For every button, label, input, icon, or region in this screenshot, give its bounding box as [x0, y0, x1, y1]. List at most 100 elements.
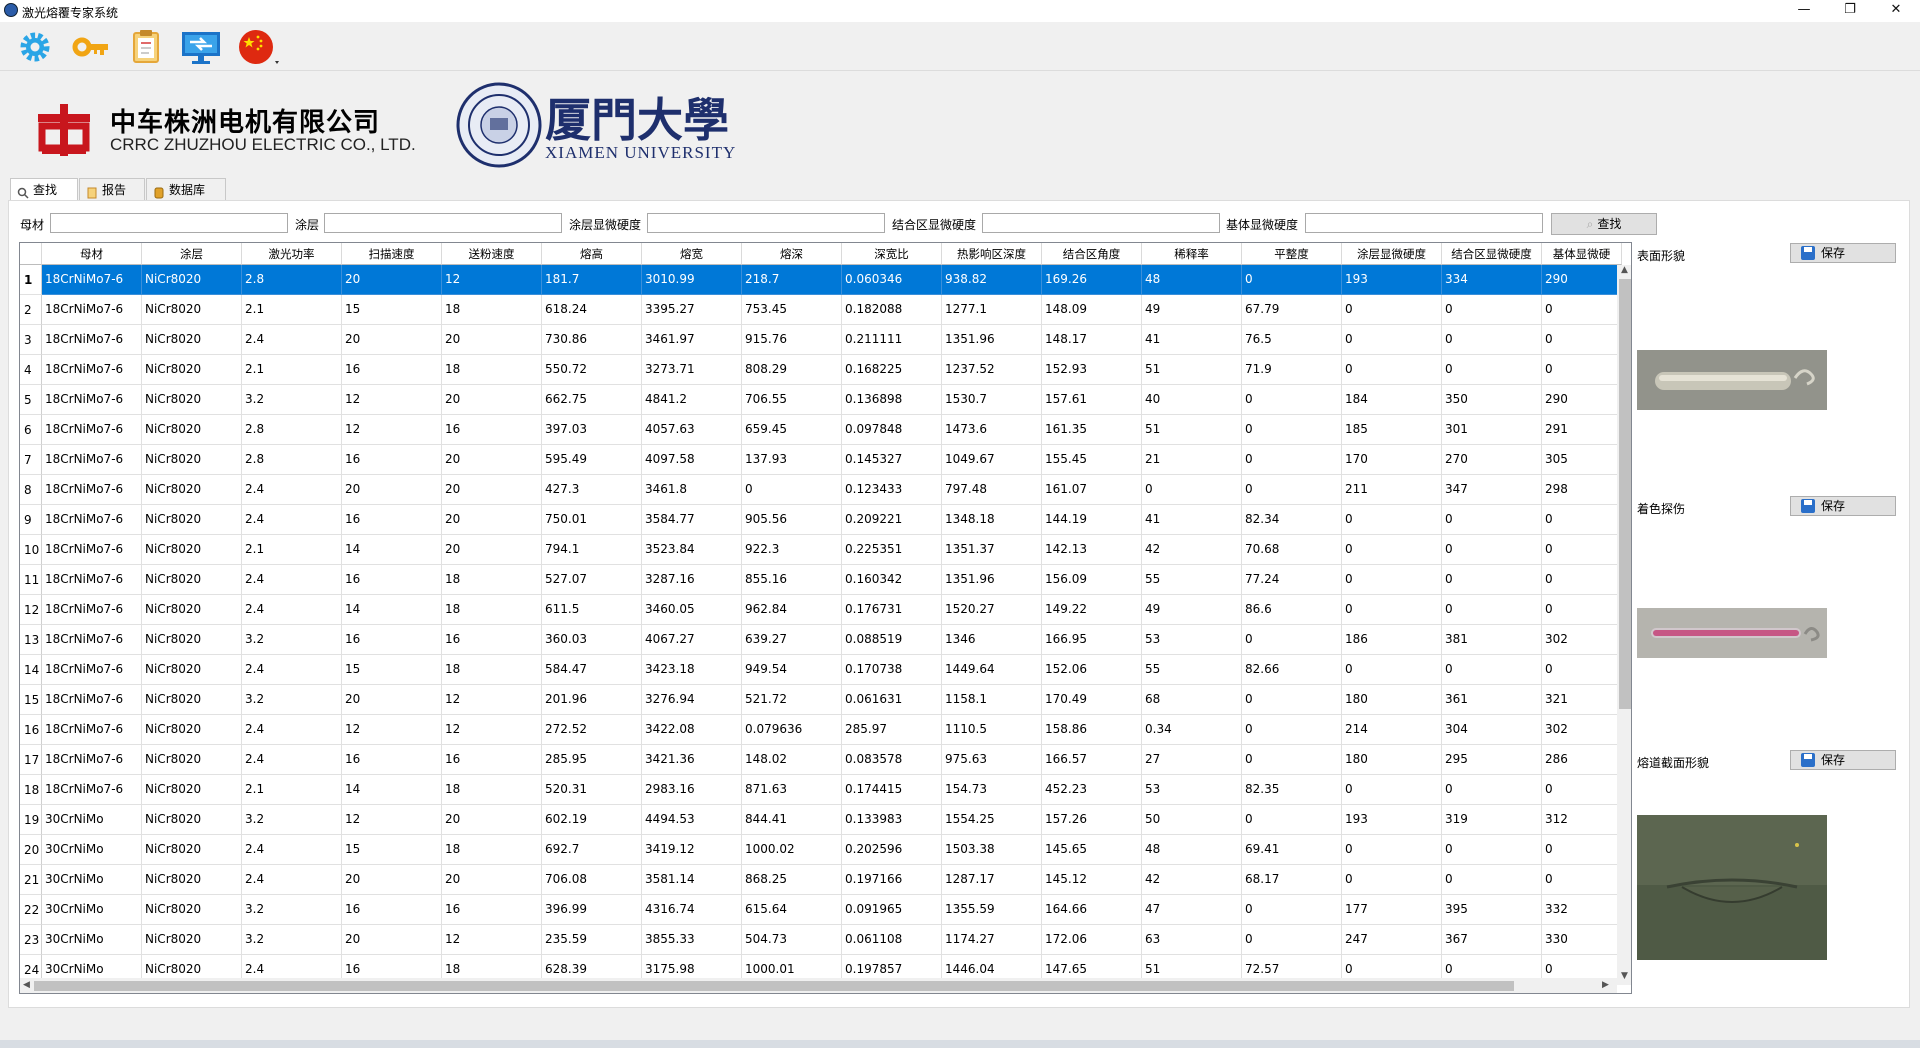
table-cell[interactable]: 0.123433 [842, 475, 942, 505]
table-cell[interactable]: 30CrNiMo [42, 835, 142, 865]
tab-database[interactable]: 数据库 [146, 178, 226, 200]
table-cell[interactable]: 0 [1342, 655, 1442, 685]
table-cell[interactable]: 2.4 [242, 325, 342, 355]
table-cell[interactable]: 12 [442, 265, 542, 295]
table-cell[interactable]: 18CrNiMo7-6 [42, 445, 142, 475]
table-cell[interactable]: 0 [1242, 445, 1342, 475]
table-cell[interactable]: 68 [1142, 685, 1242, 715]
table-cell[interactable]: 40 [1142, 385, 1242, 415]
table-cell[interactable]: 166.95 [1042, 625, 1142, 655]
table-cell[interactable]: 922.3 [742, 535, 842, 565]
column-header[interactable]: 平整度 [1242, 243, 1342, 265]
table-cell[interactable]: 0 [1342, 835, 1442, 865]
table-cell[interactable]: 180 [1342, 745, 1442, 775]
table-cell[interactable]: 844.41 [742, 805, 842, 835]
table-cell[interactable]: 12 [342, 385, 442, 415]
table-cell[interactable]: NiCr8020 [142, 565, 242, 595]
table-cell[interactable]: 51 [1142, 415, 1242, 445]
table-cell[interactable]: 753.45 [742, 295, 842, 325]
row-number[interactable]: 1 [20, 265, 42, 295]
table-cell[interactable]: 12 [442, 715, 542, 745]
table-cell[interactable]: 0 [1342, 355, 1442, 385]
table-cell[interactable]: 730.86 [542, 325, 642, 355]
table-cell[interactable]: 915.76 [742, 325, 842, 355]
table-cell[interactable]: 2.1 [242, 535, 342, 565]
substrate-hardness-input[interactable] [1305, 213, 1543, 233]
table-cell[interactable]: 0 [1542, 355, 1622, 385]
column-header[interactable]: 深宽比 [842, 243, 942, 265]
table-cell[interactable]: 20 [442, 505, 542, 535]
table-cell[interactable]: 855.16 [742, 565, 842, 595]
table-cell[interactable]: 16 [342, 355, 442, 385]
table-cell[interactable]: 286 [1542, 745, 1622, 775]
table-cell[interactable]: 172.06 [1042, 925, 1142, 955]
scroll-down-icon[interactable]: ▼ [1621, 971, 1628, 981]
table-cell[interactable]: NiCr8020 [142, 805, 242, 835]
row-number[interactable]: 18 [20, 775, 42, 805]
table-cell[interactable]: 0.091965 [842, 895, 942, 925]
table-cell[interactable]: 4067.27 [642, 625, 742, 655]
column-header[interactable]: 送粉速度 [442, 243, 542, 265]
table-cell[interactable]: 16 [342, 745, 442, 775]
row-number[interactable]: 2 [20, 295, 42, 325]
table-cell[interactable]: 18 [442, 295, 542, 325]
table-cell[interactable]: 145.12 [1042, 865, 1142, 895]
table-cell[interactable]: 20 [342, 325, 442, 355]
table-cell[interactable]: 0.061108 [842, 925, 942, 955]
table-cell[interactable]: 0 [1142, 475, 1242, 505]
table-cell[interactable]: 427.3 [542, 475, 642, 505]
table-cell[interactable]: 18CrNiMo7-6 [42, 535, 142, 565]
table-cell[interactable]: 3461.8 [642, 475, 742, 505]
table-cell[interactable]: 201.96 [542, 685, 642, 715]
table-cell[interactable]: 3287.16 [642, 565, 742, 595]
maximize-button[interactable]: ❐ [1827, 0, 1873, 22]
table-row[interactable]: 5 18CrNiMo7-6 NiCr8020 3.2 12 20 662.75 4841.2 7… [20, 385, 1622, 415]
table-cell[interactable]: 1346 [942, 625, 1042, 655]
table-cell[interactable]: 3461.97 [642, 325, 742, 355]
minimize-button[interactable]: — [1781, 0, 1827, 22]
table-cell[interactable]: 3.2 [242, 625, 342, 655]
row-number[interactable]: 5 [20, 385, 42, 415]
table-cell[interactable]: 154.73 [942, 775, 1042, 805]
table-cell[interactable]: 0.145327 [842, 445, 942, 475]
network-icon[interactable] [180, 28, 220, 66]
table-cell[interactable]: 71.9 [1242, 355, 1342, 385]
table-cell[interactable]: 27 [1142, 745, 1242, 775]
table-cell[interactable]: 659.45 [742, 415, 842, 445]
table-cell[interactable]: 16 [342, 445, 442, 475]
table-cell[interactable]: 211 [1342, 475, 1442, 505]
table-cell[interactable]: 1351.96 [942, 565, 1042, 595]
table-cell[interactable]: 938.82 [942, 265, 1042, 295]
table-cell[interactable]: 520.31 [542, 775, 642, 805]
table-cell[interactable]: 142.13 [1042, 535, 1142, 565]
table-cell[interactable]: 2.1 [242, 775, 342, 805]
table-cell[interactable]: 14 [342, 535, 442, 565]
scroll-up-icon[interactable]: ▲ [1621, 265, 1628, 275]
table-cell[interactable]: 86.6 [1242, 595, 1342, 625]
vertical-scrollbar[interactable]: ▲ ▼ [1617, 265, 1631, 985]
table-cell[interactable]: 302 [1542, 715, 1622, 745]
table-cell[interactable]: 18 [442, 775, 542, 805]
table-cell[interactable]: 16 [342, 505, 442, 535]
table-cell[interactable]: 18CrNiMo7-6 [42, 355, 142, 385]
table-cell[interactable]: NiCr8020 [142, 625, 242, 655]
table-cell[interactable]: 0 [1442, 535, 1542, 565]
table-cell[interactable]: 330 [1542, 925, 1622, 955]
table-cell[interactable]: 161.07 [1042, 475, 1142, 505]
table-cell[interactable]: 3.2 [242, 925, 342, 955]
table-cell[interactable]: 0 [1242, 685, 1342, 715]
table-cell[interactable]: 395 [1442, 895, 1542, 925]
table-cell[interactable]: 0.160342 [842, 565, 942, 595]
table-cell[interactable]: 2.4 [242, 475, 342, 505]
row-number[interactable]: 13 [20, 625, 42, 655]
table-cell[interactable]: 18CrNiMo7-6 [42, 385, 142, 415]
bond-hardness-input[interactable] [982, 213, 1220, 233]
row-number[interactable]: 22 [20, 895, 42, 925]
table-row[interactable]: 11 18CrNiMo7-6 NiCr8020 2.4 16 18 527.07 3287.1… [20, 565, 1622, 595]
table-cell[interactable]: 291 [1542, 415, 1622, 445]
table-row[interactable]: 21 30CrNiMo NiCr8020 2.4 20 20 706.08 3581.14 86… [20, 865, 1622, 895]
table-cell[interactable]: 584.47 [542, 655, 642, 685]
table-cell[interactable]: NiCr8020 [142, 595, 242, 625]
table-cell[interactable]: 302 [1542, 625, 1622, 655]
table-row[interactable]: 20 30CrNiMo NiCr8020 2.4 15 18 692.7 3419.12 100… [20, 835, 1622, 865]
